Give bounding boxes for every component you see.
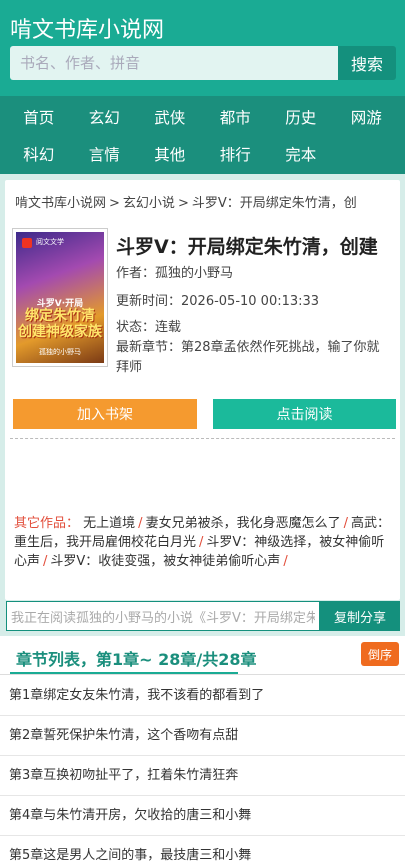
nav-item-lishi[interactable]: 历史 <box>268 100 334 136</box>
chapter-link[interactable]: 第2章誓死保护朱竹清，这个香吻有点甜 <box>0 716 405 756</box>
nav-item-yanqing[interactable]: 言情 <box>72 137 138 173</box>
publisher-logo-icon <box>22 238 32 248</box>
chapter-link[interactable]: 第1章绑定女友朱竹清，我不该看的都看到了 <box>0 676 405 716</box>
share-text-field[interactable] <box>6 601 320 631</box>
chapter-link[interactable]: 第4章与朱竹清开房，欠收拾的唐三和小舞 <box>0 796 405 836</box>
reverse-order-button[interactable]: 倒序 <box>361 642 399 666</box>
work-separator: / <box>43 554 48 569</box>
book-cover[interactable]: 阅文文学 斗罗V·开局 绑定朱竹清 创建神级家族 孤独的小野马 <box>12 228 108 367</box>
chapter-section: 章节列表，第1章~ 28章/共28章 倒序 第1章绑定女友朱竹清，我不该看的都看… <box>0 636 405 863</box>
search-input[interactable] <box>10 46 338 80</box>
header: 啃文书库小说网 搜索 <box>0 0 405 96</box>
main-nav: 首页 玄幻 武侠 都市 历史 网游 科幻 言情 其他 排行 完本 <box>0 96 405 174</box>
chapter-link[interactable]: 第3章互换初吻扯平了，扛着朱竹清狂奔 <box>0 756 405 796</box>
cover-title-line2: 绑定朱竹清 创建神级家族 <box>18 308 102 340</box>
breadcrumb: 啃文书库小说网 > 玄幻小说 > 斗罗V：开局绑定朱竹清，创 <box>15 192 383 211</box>
site-title[interactable]: 啃文书库小说网 <box>10 20 164 42</box>
start-reading-button[interactable]: 点击阅读 <box>213 399 396 429</box>
cover-author: 孤独的小野马 <box>39 348 81 356</box>
book-author[interactable]: 作者：孤独的小野马 <box>116 262 233 281</box>
breadcrumb-home[interactable]: 啃文书库小说网 <box>15 196 106 211</box>
search-button[interactable]: 搜索 <box>338 46 396 80</box>
add-to-shelf-button[interactable]: 加入书架 <box>13 399 197 429</box>
divider <box>0 674 405 675</box>
breadcrumb-separator: > <box>109 196 120 211</box>
copy-share-button[interactable]: 复制分享 <box>320 601 400 631</box>
other-work-link[interactable]: 无上道境 <box>83 516 135 531</box>
cover-publisher: 阅文文学 <box>36 238 64 246</box>
breadcrumb-category[interactable]: 玄幻小说 <box>123 196 175 211</box>
nav-item-wangyou[interactable]: 网游 <box>334 100 400 136</box>
nav-item-xuanhuan[interactable]: 玄幻 <box>72 100 138 136</box>
work-separator: / <box>138 516 143 531</box>
cover-image: 阅文文学 斗罗V·开局 绑定朱竹清 创建神级家族 孤独的小野马 <box>16 232 104 363</box>
chapter-link[interactable]: 第5章这是男人之间的事，最技唐三和小舞 <box>0 836 405 863</box>
other-work-link[interactable]: 妻女兄弟被杀，我化身恶魔怎么了 <box>146 516 341 531</box>
work-separator: / <box>343 516 348 531</box>
nav-item-wanben[interactable]: 完本 <box>268 137 334 173</box>
book-title: 斗罗V：开局绑定朱竹清，创建 <box>116 236 378 258</box>
divider <box>10 438 395 439</box>
share-bar: 复制分享 <box>6 601 400 631</box>
nav-item-dushi[interactable]: 都市 <box>203 100 269 136</box>
nav-item-kehuan[interactable]: 科幻 <box>6 137 72 173</box>
book-info-card: 啃文书库小说网 > 玄幻小说 > 斗罗V：开局绑定朱竹清，创 阅文文学 斗罗V·开局 绑… <box>5 180 400 600</box>
nav-item-home[interactable]: 首页 <box>6 100 72 136</box>
nav-item-paihang[interactable]: 排行 <box>203 137 269 173</box>
nav-item-wuxia[interactable]: 武侠 <box>137 100 203 136</box>
breadcrumb-separator: > <box>177 196 189 211</box>
book-latest-chapter[interactable]: 最新章节：第28章孟依然作死挑战，输了你就拜师 <box>116 338 386 378</box>
book-status: 状态：连载 <box>116 320 182 335</box>
other-works-label: 其它作品： <box>14 516 80 531</box>
work-separator: / <box>199 535 204 550</box>
breadcrumb-current: 斗罗V：开局绑定朱竹清，创 <box>191 196 357 211</box>
chapter-list: 第1章绑定女友朱竹清，我不该看的都看到了 第2章誓死保护朱竹清，这个香吻有点甜 … <box>0 676 405 863</box>
work-separator: / <box>283 554 288 569</box>
nav-item-qita[interactable]: 其他 <box>137 137 203 173</box>
other-work-link[interactable]: 斗罗V：收徒变强，被女神徒弟偷听心声 <box>50 554 280 569</box>
other-works: 其它作品： 无上道境 / 妻女兄弟被杀，我化身恶魔怎么了 / 高武：重生后，我开局雇佣校… <box>14 514 392 571</box>
book-updated: 更新时间：2026-05-10 00:13:33 <box>116 294 320 309</box>
search-bar: 搜索 <box>10 46 396 80</box>
chapter-list-heading: 章节列表，第1章~ 28章/共28章 <box>16 650 257 669</box>
